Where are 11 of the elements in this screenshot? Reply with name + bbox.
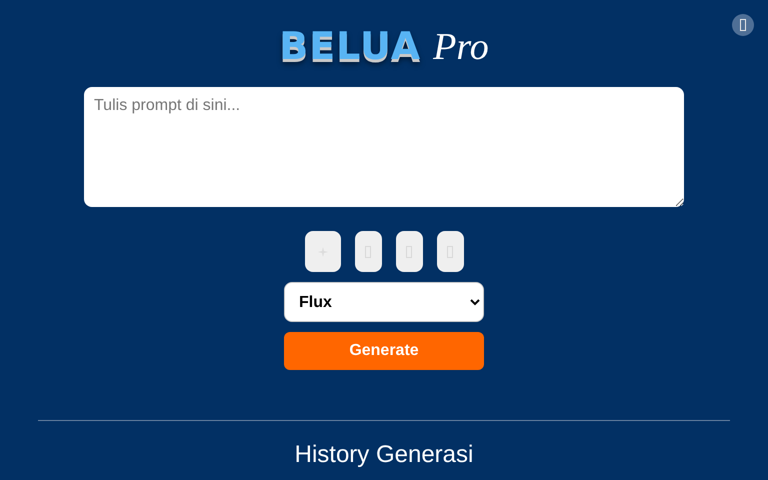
history-heading: History Generasi [294, 441, 474, 469]
logo-wordmark: BELUA [279, 24, 422, 68]
tool-button[interactable] [436, 231, 464, 272]
prompt-field[interactable]: Tulis prompt di sini... [84, 87, 684, 207]
corner-button[interactable] [732, 14, 754, 36]
model-select[interactable]: Flux [284, 282, 484, 322]
placeholder-glyph-icon [740, 19, 746, 31]
tool-button[interactable] [304, 231, 340, 272]
tool-button[interactable] [396, 231, 422, 272]
logo-suffix: Pro [433, 25, 489, 69]
tool-button[interactable] [354, 231, 382, 272]
